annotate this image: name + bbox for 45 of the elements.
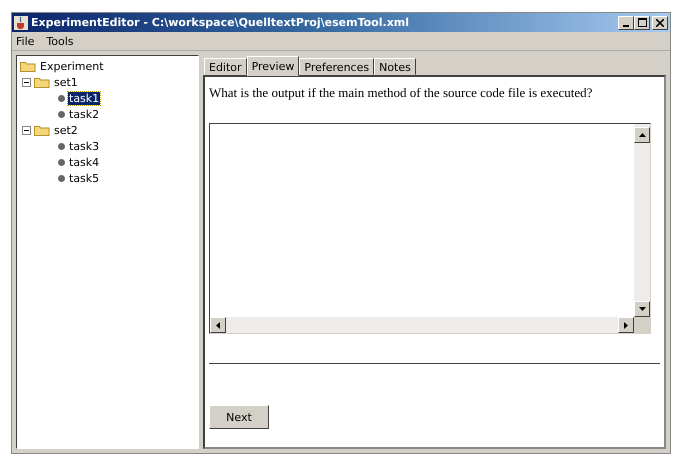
folder-icon: [20, 60, 36, 72]
tree-item[interactable]: task4: [68, 156, 100, 168]
tab[interactable]: Notes: [374, 58, 416, 75]
bullet-icon: [58, 110, 65, 118]
question-text: What is the output if the main method of the source code file is executed?: [209, 85, 594, 101]
maximize-icon: [638, 18, 646, 27]
vertical-scrollbar[interactable]: [634, 124, 650, 317]
tab[interactable]: Editor: [204, 58, 247, 75]
menu-item[interactable]: File: [16, 34, 34, 48]
minimize-icon: [623, 24, 629, 26]
tab[interactable]: Preferences: [299, 58, 374, 75]
scrollbar-corner: [634, 317, 650, 333]
bullet-icon: [58, 158, 65, 166]
collapse-icon[interactable]: [22, 126, 31, 134]
tree-item[interactable]: task2: [68, 108, 100, 120]
menu-item[interactable]: Tools: [46, 34, 74, 48]
horizontal-scrollbar[interactable]: [210, 317, 634, 333]
right-arrow-icon: [624, 322, 628, 328]
bullet-icon: [58, 94, 65, 102]
tree-item[interactable]: task1: [68, 92, 100, 104]
close-icon: [656, 18, 664, 26]
collapse-icon[interactable]: [22, 78, 31, 86]
next-button[interactable]: Next: [209, 405, 269, 429]
scroll-right-button[interactable]: [618, 317, 634, 333]
scroll-left-button[interactable]: [210, 317, 226, 333]
bullet-icon: [58, 142, 65, 150]
cup-icon: [14, 16, 28, 30]
window-title: ExperimentEditor - C:\workspace\QuelltextProj\esemTool.xml: [31, 16, 410, 29]
tree-item[interactable]: set2: [53, 124, 79, 136]
scroll-up-button[interactable]: [634, 127, 650, 143]
close-button[interactable]: [652, 16, 668, 30]
scroll-down-button[interactable]: [634, 301, 650, 317]
tab[interactable]: Preview: [246, 56, 300, 76]
left-arrow-icon: [216, 322, 220, 328]
folder-icon: [34, 76, 50, 88]
minimize-button[interactable]: [618, 16, 634, 30]
folder-icon: [34, 124, 50, 136]
tree-item[interactable]: Experiment: [39, 60, 105, 72]
bullet-icon: [58, 174, 65, 182]
up-arrow-icon: [638, 133, 646, 137]
maximize-button[interactable]: [634, 16, 650, 30]
tree-item[interactable]: task3: [68, 140, 100, 152]
tree-item[interactable]: set1: [53, 76, 79, 88]
tree-item[interactable]: task5: [68, 172, 100, 184]
down-arrow-icon: [638, 307, 646, 311]
